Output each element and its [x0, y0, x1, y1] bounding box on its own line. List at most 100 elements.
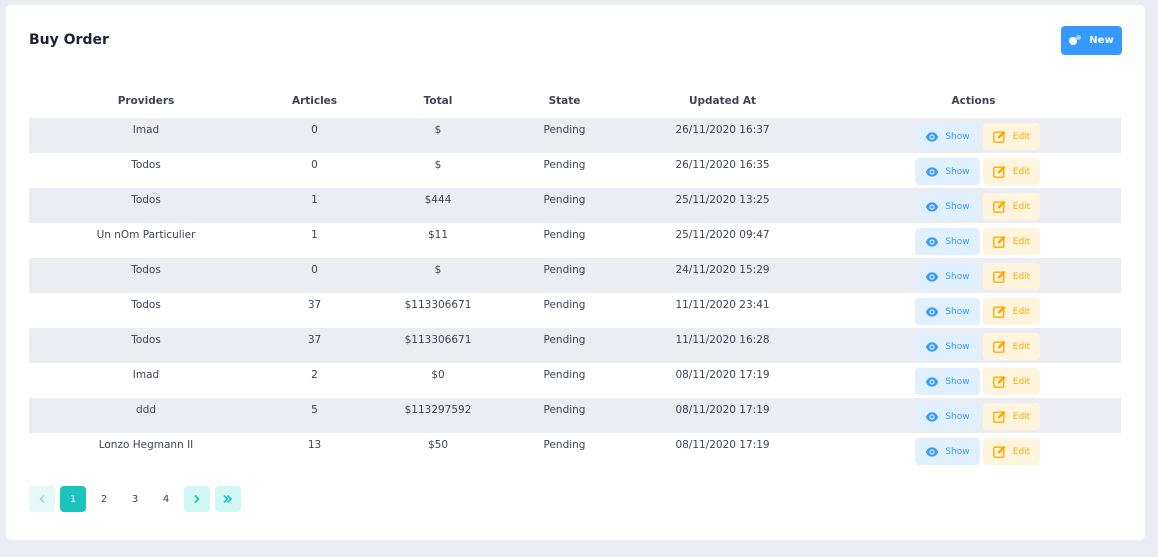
edit-icon	[992, 200, 1007, 213]
column-header-updated-at[interactable]: Updated At	[619, 84, 826, 118]
cell-actions: Show Edit	[826, 118, 1121, 153]
edit-button[interactable]: Edit	[983, 403, 1040, 430]
prev-page-button[interactable]	[29, 486, 55, 512]
edit-button[interactable]: Edit	[983, 263, 1040, 290]
column-header-articles[interactable]: Articles	[263, 84, 366, 118]
new-button[interactable]: New	[1061, 26, 1122, 55]
show-button[interactable]: Show	[915, 158, 980, 185]
show-button-label: Show	[945, 166, 970, 177]
eye-icon	[925, 271, 939, 282]
buy-order-table: Providers Articles Total State Updated A…	[29, 84, 1121, 468]
table-row: Imad 0 $ Pending 26/11/2020 16:37 Show Edit	[29, 118, 1121, 153]
pagination: 1 2 3 4	[29, 486, 246, 512]
page-button-4[interactable]: 4	[153, 486, 179, 512]
table-row: Todos 1 $444 Pending 25/11/2020 13:25 Show Edi…	[29, 188, 1121, 223]
cell-articles: 1	[311, 229, 318, 241]
cell-state: Pending	[543, 299, 586, 311]
last-page-button[interactable]	[215, 486, 241, 512]
cell-articles: 1	[263, 188, 366, 223]
show-button[interactable]: Show	[915, 403, 980, 430]
cell-actions: Show Edit	[826, 153, 1121, 188]
column-header-providers[interactable]: Providers	[29, 84, 263, 118]
cell-total: $50	[427, 439, 449, 451]
edit-button-label: Edit	[1012, 271, 1031, 282]
show-button-label: Show	[945, 236, 970, 247]
cell-total: $	[366, 258, 510, 293]
cell-state: Pending	[543, 439, 586, 451]
eye-icon	[925, 446, 939, 457]
show-button-label: Show	[945, 131, 970, 142]
edit-icon	[992, 130, 1007, 143]
cell-updated-at: 08/11/2020 17:19	[675, 369, 770, 381]
show-button[interactable]: Show	[915, 263, 980, 290]
edit-icon	[992, 305, 1007, 318]
eye-icon	[925, 236, 939, 247]
cell-total: $113306671	[366, 328, 510, 363]
buy-order-card: Buy Order New Providers Articles Total S…	[6, 5, 1145, 540]
cell-updated-at: 08/11/2020 17:19	[675, 439, 770, 451]
show-button[interactable]: Show	[915, 298, 980, 325]
edit-button-label: Edit	[1012, 131, 1031, 142]
column-header-actions: Actions	[951, 95, 996, 107]
edit-button[interactable]: Edit	[983, 123, 1040, 150]
cell-actions: Show Edit	[826, 293, 1121, 328]
edit-button[interactable]: Edit	[983, 158, 1040, 185]
edit-button-label: Edit	[1012, 236, 1031, 247]
edit-icon	[992, 235, 1007, 248]
show-button[interactable]: Show	[915, 438, 980, 465]
chevron-left-icon	[39, 495, 45, 503]
edit-button[interactable]: Edit	[983, 298, 1040, 325]
cell-updated-at: 11/11/2020 23:41	[675, 299, 770, 311]
column-header-total[interactable]: Total	[366, 84, 510, 118]
edit-button[interactable]: Edit	[983, 333, 1040, 360]
edit-button[interactable]: Edit	[983, 368, 1040, 395]
page-button-2[interactable]: 2	[91, 486, 117, 512]
edit-icon	[992, 270, 1007, 283]
show-button[interactable]: Show	[915, 193, 980, 220]
cell-updated-at: 25/11/2020 13:25	[619, 188, 826, 223]
cell-actions: Show Edit	[826, 258, 1121, 293]
edit-button[interactable]: Edit	[983, 193, 1040, 220]
edit-button-label: Edit	[1012, 166, 1031, 177]
cell-provider: Todos	[29, 258, 263, 293]
cell-articles: 0	[311, 159, 318, 171]
cell-total: $113306671	[404, 299, 472, 311]
cell-total: $	[366, 118, 510, 153]
cell-articles: 5	[263, 398, 366, 433]
show-button-label: Show	[945, 411, 970, 422]
cell-provider: ddd	[29, 398, 263, 433]
page-button-1[interactable]: 1	[60, 486, 86, 512]
next-page-button[interactable]	[184, 486, 210, 512]
edit-button-label: Edit	[1012, 411, 1031, 422]
table-row: Todos 0 $ Pending 26/11/2020 16:35 Show Edit	[29, 153, 1121, 188]
show-button[interactable]: Show	[915, 368, 980, 395]
edit-icon	[992, 445, 1007, 458]
show-button-label: Show	[945, 271, 970, 282]
eye-icon	[925, 376, 939, 387]
cell-articles: 0	[263, 118, 366, 153]
page-title: Buy Order	[29, 32, 109, 48]
cell-state: Pending	[543, 159, 586, 171]
cell-state: Pending	[543, 369, 586, 381]
cell-articles: 37	[307, 299, 322, 311]
cell-provider: Lonzo Hegmann II	[98, 439, 194, 451]
edit-icon	[992, 340, 1007, 353]
cell-total: $444	[366, 188, 510, 223]
edit-icon	[992, 375, 1007, 388]
cell-actions: Show Edit	[826, 328, 1121, 363]
table-body: Imad 0 $ Pending 26/11/2020 16:37 Show Edit Tod…	[29, 118, 1121, 468]
edit-button-label: Edit	[1012, 376, 1031, 387]
edit-button[interactable]: Edit	[983, 228, 1040, 255]
show-button[interactable]: Show	[915, 333, 980, 360]
cell-updated-at: 25/11/2020 09:47	[675, 229, 770, 241]
show-button[interactable]: Show	[915, 123, 980, 150]
cell-provider: Imad	[29, 118, 263, 153]
page-button-3[interactable]: 3	[122, 486, 148, 512]
edit-button[interactable]: Edit	[983, 438, 1040, 465]
cell-updated-at: 26/11/2020 16:37	[619, 118, 826, 153]
cell-articles: 2	[311, 369, 318, 381]
table-row: Imad 2 $0 Pending 08/11/2020 17:19 Show Edit	[29, 363, 1121, 398]
column-header-state[interactable]: State	[510, 84, 619, 118]
show-button[interactable]: Show	[915, 228, 980, 255]
table-row: Todos 0 $ Pending 24/11/2020 15:29 Show Edit	[29, 258, 1121, 293]
